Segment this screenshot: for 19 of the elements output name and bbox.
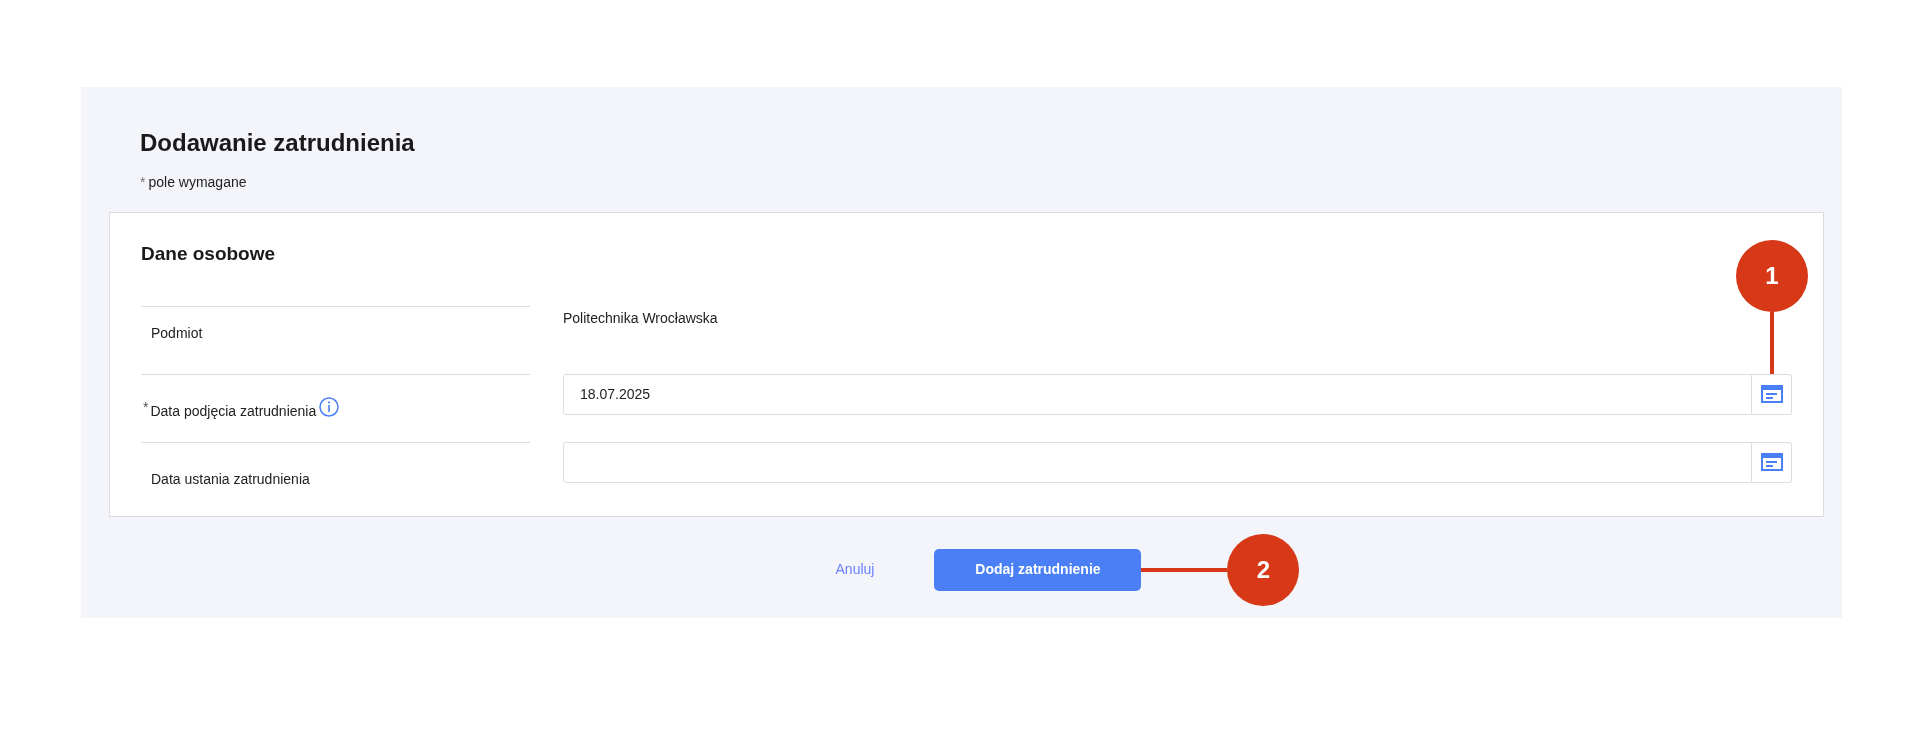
date-input[interactable] [563,441,1752,483]
field-label: Data ustania zatrudnienia [151,469,310,489]
page-title: Dodawanie zatrudnienia [140,129,416,158]
required-asterisk: * [140,173,146,190]
info-icon[interactable] [319,396,340,417]
calendar-button[interactable] [1752,441,1792,483]
required-asterisk: * [143,397,149,417]
callout-marker: 2 [1227,533,1300,606]
cancel-link[interactable]: Anuluj [835,559,875,581]
field-label: Data podjęcia zatrudnienia [150,401,317,421]
calendar-icon [1760,453,1783,472]
field-label: Podmiot [151,323,203,343]
section-title: Dane osobowe [141,242,276,266]
required-note: pole wymagane [148,173,247,190]
field-value: Politechnika Wrocławska [563,308,718,328]
calendar-button[interactable] [1752,373,1792,415]
date-input[interactable]: 18.07.2025 [563,373,1752,415]
calendar-icon [1760,385,1783,404]
submit-button[interactable]: Dodaj zatrudnienie [934,548,1142,591]
